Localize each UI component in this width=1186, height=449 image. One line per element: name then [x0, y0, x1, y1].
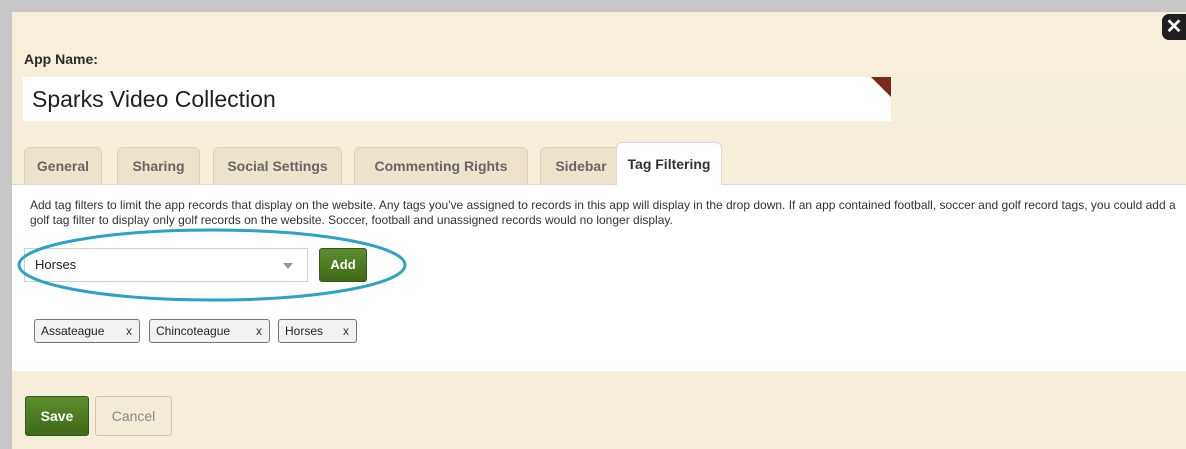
remove-tag-icon[interactable]: x [256, 320, 262, 342]
tag-select-value: Horses [35, 257, 77, 272]
tag-label: Horses [285, 324, 324, 338]
tag-chip: Horses x [278, 319, 357, 343]
chevron-down-icon[interactable] [283, 263, 293, 269]
tag-chip: Chincoteague x [149, 319, 270, 343]
tab-sidebar[interactable]: Sidebar [540, 147, 622, 184]
tag-filter-description: Add tag filters to limit the app records… [30, 198, 1176, 227]
app-name-label: App Name: [24, 51, 98, 67]
close-icon[interactable]: ✕ [1166, 16, 1183, 38]
add-tag-button[interactable]: Add [319, 248, 367, 282]
tab-general[interactable]: General [24, 147, 102, 184]
save-button[interactable]: Save [25, 396, 89, 436]
window-frame-top [0, 0, 1186, 12]
app-name-input[interactable]: Sparks Video Collection [23, 77, 891, 121]
close-button[interactable]: ✕ [1162, 14, 1186, 40]
app-name-value: Sparks Video Collection [32, 86, 276, 112]
required-corner-icon [871, 77, 891, 97]
tag-chip: Assateague x [34, 319, 140, 343]
tag-label: Assateague [41, 324, 105, 338]
cancel-button[interactable]: Cancel [95, 396, 172, 436]
tag-label: Chincoteague [156, 324, 231, 338]
remove-tag-icon[interactable]: x [126, 320, 132, 342]
tag-filtering-panel: Add tag filters to limit the app records… [12, 184, 1186, 371]
tag-select-dropdown[interactable]: Horses [24, 248, 308, 282]
window-frame-left [0, 0, 12, 449]
remove-tag-icon[interactable]: x [343, 320, 349, 342]
tab-sharing[interactable]: Sharing [117, 147, 200, 184]
tab-social-settings[interactable]: Social Settings [213, 147, 342, 184]
tab-tag-filtering[interactable]: Tag Filtering [616, 142, 722, 185]
tab-commenting-rights[interactable]: Commenting Rights [354, 147, 528, 184]
